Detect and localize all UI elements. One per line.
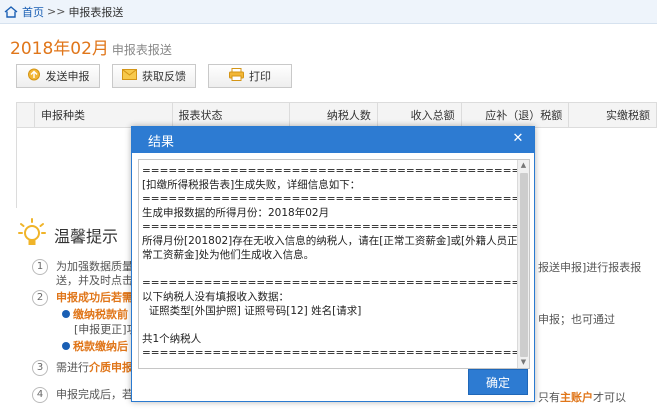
dialog-header: 结果 ✕: [132, 127, 534, 153]
tip-number: 1: [32, 259, 48, 275]
scroll-thumb[interactable]: [520, 173, 528, 357]
home-icon: [4, 5, 18, 18]
tip-1-right-text: 报送申报]进行报表报: [538, 261, 642, 274]
message-scrollbar[interactable]: ▲ ▼: [517, 160, 529, 368]
tip-number: 2: [32, 290, 48, 306]
toolbar: 发送申报 获取反馈 打印: [16, 64, 292, 88]
print-button[interactable]: 打印: [208, 64, 292, 88]
tip-number: 4: [32, 387, 48, 403]
send-declaration-label: 发送申报: [45, 70, 90, 83]
close-icon[interactable]: ✕: [511, 132, 525, 146]
page-period: 2018年02月: [10, 39, 109, 59]
tips-header: 温馨提示: [18, 218, 118, 251]
header-tax-due: 应补（退）税额: [462, 103, 570, 127]
bullet-icon: [62, 310, 70, 318]
result-message-text: ========================================…: [142, 165, 530, 359]
get-feedback-button[interactable]: 获取反馈: [112, 64, 196, 88]
tip-2-right-text: 申报；也可通过: [538, 313, 615, 326]
breadcrumb: 首页 >> 申报表报送: [0, 0, 657, 24]
page-title: 2018年02月 申报表报送: [10, 34, 172, 59]
scroll-down-icon[interactable]: ▼: [518, 357, 529, 368]
scroll-up-icon[interactable]: ▲: [518, 160, 529, 171]
header-type: 申报种类: [35, 103, 173, 127]
header-tax-paid: 实缴税额: [606, 109, 651, 122]
header-blank: [17, 103, 35, 127]
tip-3-line1: 需进行介质申报: [56, 361, 133, 374]
dialog-title: 结果: [148, 134, 175, 150]
tip-2-line1: 申报成功后若需: [56, 291, 133, 304]
tip-2-sub2: 税款缴纳后: [62, 340, 128, 354]
confirm-button[interactable]: 确定: [468, 369, 528, 395]
breadcrumb-separator: >>: [47, 5, 66, 18]
tip-1-line2: 送，并及时点击[: [56, 274, 138, 287]
lightbulb-icon: [18, 218, 46, 251]
page-subtitle: 申报表报送: [111, 43, 172, 57]
get-feedback-label: 获取反馈: [142, 70, 186, 83]
send-declaration-button[interactable]: 发送申报: [16, 64, 100, 88]
header-income-total: 收入总额: [378, 103, 462, 127]
printer-icon: [229, 68, 244, 84]
bullet-icon: [62, 342, 70, 350]
tip-number: 3: [32, 360, 48, 376]
tip-2-sub1: 缴纳税款前: [62, 308, 128, 322]
print-label: 打印: [249, 70, 271, 83]
tip-2-sub1b: [申报更正]功: [74, 323, 138, 336]
breadcrumb-home-link[interactable]: 首页: [22, 4, 44, 20]
breadcrumb-current: 申报表报送: [68, 5, 124, 19]
result-message-box[interactable]: ========================================…: [138, 159, 530, 369]
result-dialog: 结果 ✕ ===================================…: [131, 126, 535, 402]
header-taxpayer-count: 纳税人数: [290, 103, 378, 127]
tips-title: 温馨提示: [54, 226, 119, 246]
send-icon: [27, 68, 41, 84]
declaration-table-header: 申报种类 报表状态 纳税人数 收入总额 应补（退）税额 实缴税额: [16, 102, 657, 128]
mail-icon: [122, 69, 137, 83]
header-status: 报表状态: [173, 103, 291, 127]
tip-4-right-text: 只有主账户才可以: [538, 391, 626, 404]
